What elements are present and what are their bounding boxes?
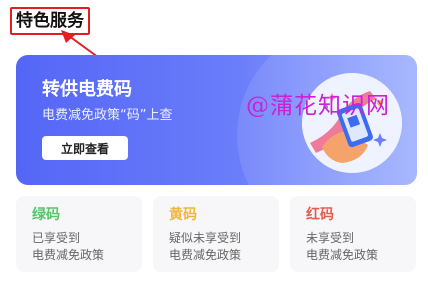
card-line-2: 电费减免政策 bbox=[169, 248, 242, 262]
card-line-1: 未享受到 bbox=[306, 231, 355, 245]
electricity-code-banner[interactable]: 转供电费码 电费减免政策“码”上查 立即查看 bbox=[16, 55, 417, 185]
view-now-button[interactable]: 立即查看 bbox=[42, 136, 128, 160]
phone-qr-illustration-icon bbox=[302, 73, 402, 173]
red-code-card[interactable]: 红码 未享受到 电费减免政策 bbox=[290, 196, 416, 272]
card-line-2: 电费减免政策 bbox=[306, 248, 379, 262]
card-title: 黄码 bbox=[169, 207, 197, 223]
card-line-1: 已享受到 bbox=[32, 231, 81, 245]
yellow-code-card[interactable]: 黄码 疑似未享受到 电费减免政策 bbox=[153, 196, 279, 272]
card-title: 红码 bbox=[306, 207, 334, 223]
card-title: 绿码 bbox=[32, 207, 60, 223]
banner-subtitle: 电费减免政策“码”上查 bbox=[42, 108, 173, 123]
card-line-2: 电费减免政策 bbox=[32, 248, 105, 262]
banner-title: 转供电费码 bbox=[42, 79, 132, 100]
card-line-1: 疑似未享受到 bbox=[169, 231, 242, 245]
green-code-card[interactable]: 绿码 已享受到 电费减免政策 bbox=[16, 196, 142, 272]
watermark: @蒲花知识网 bbox=[246, 93, 390, 119]
